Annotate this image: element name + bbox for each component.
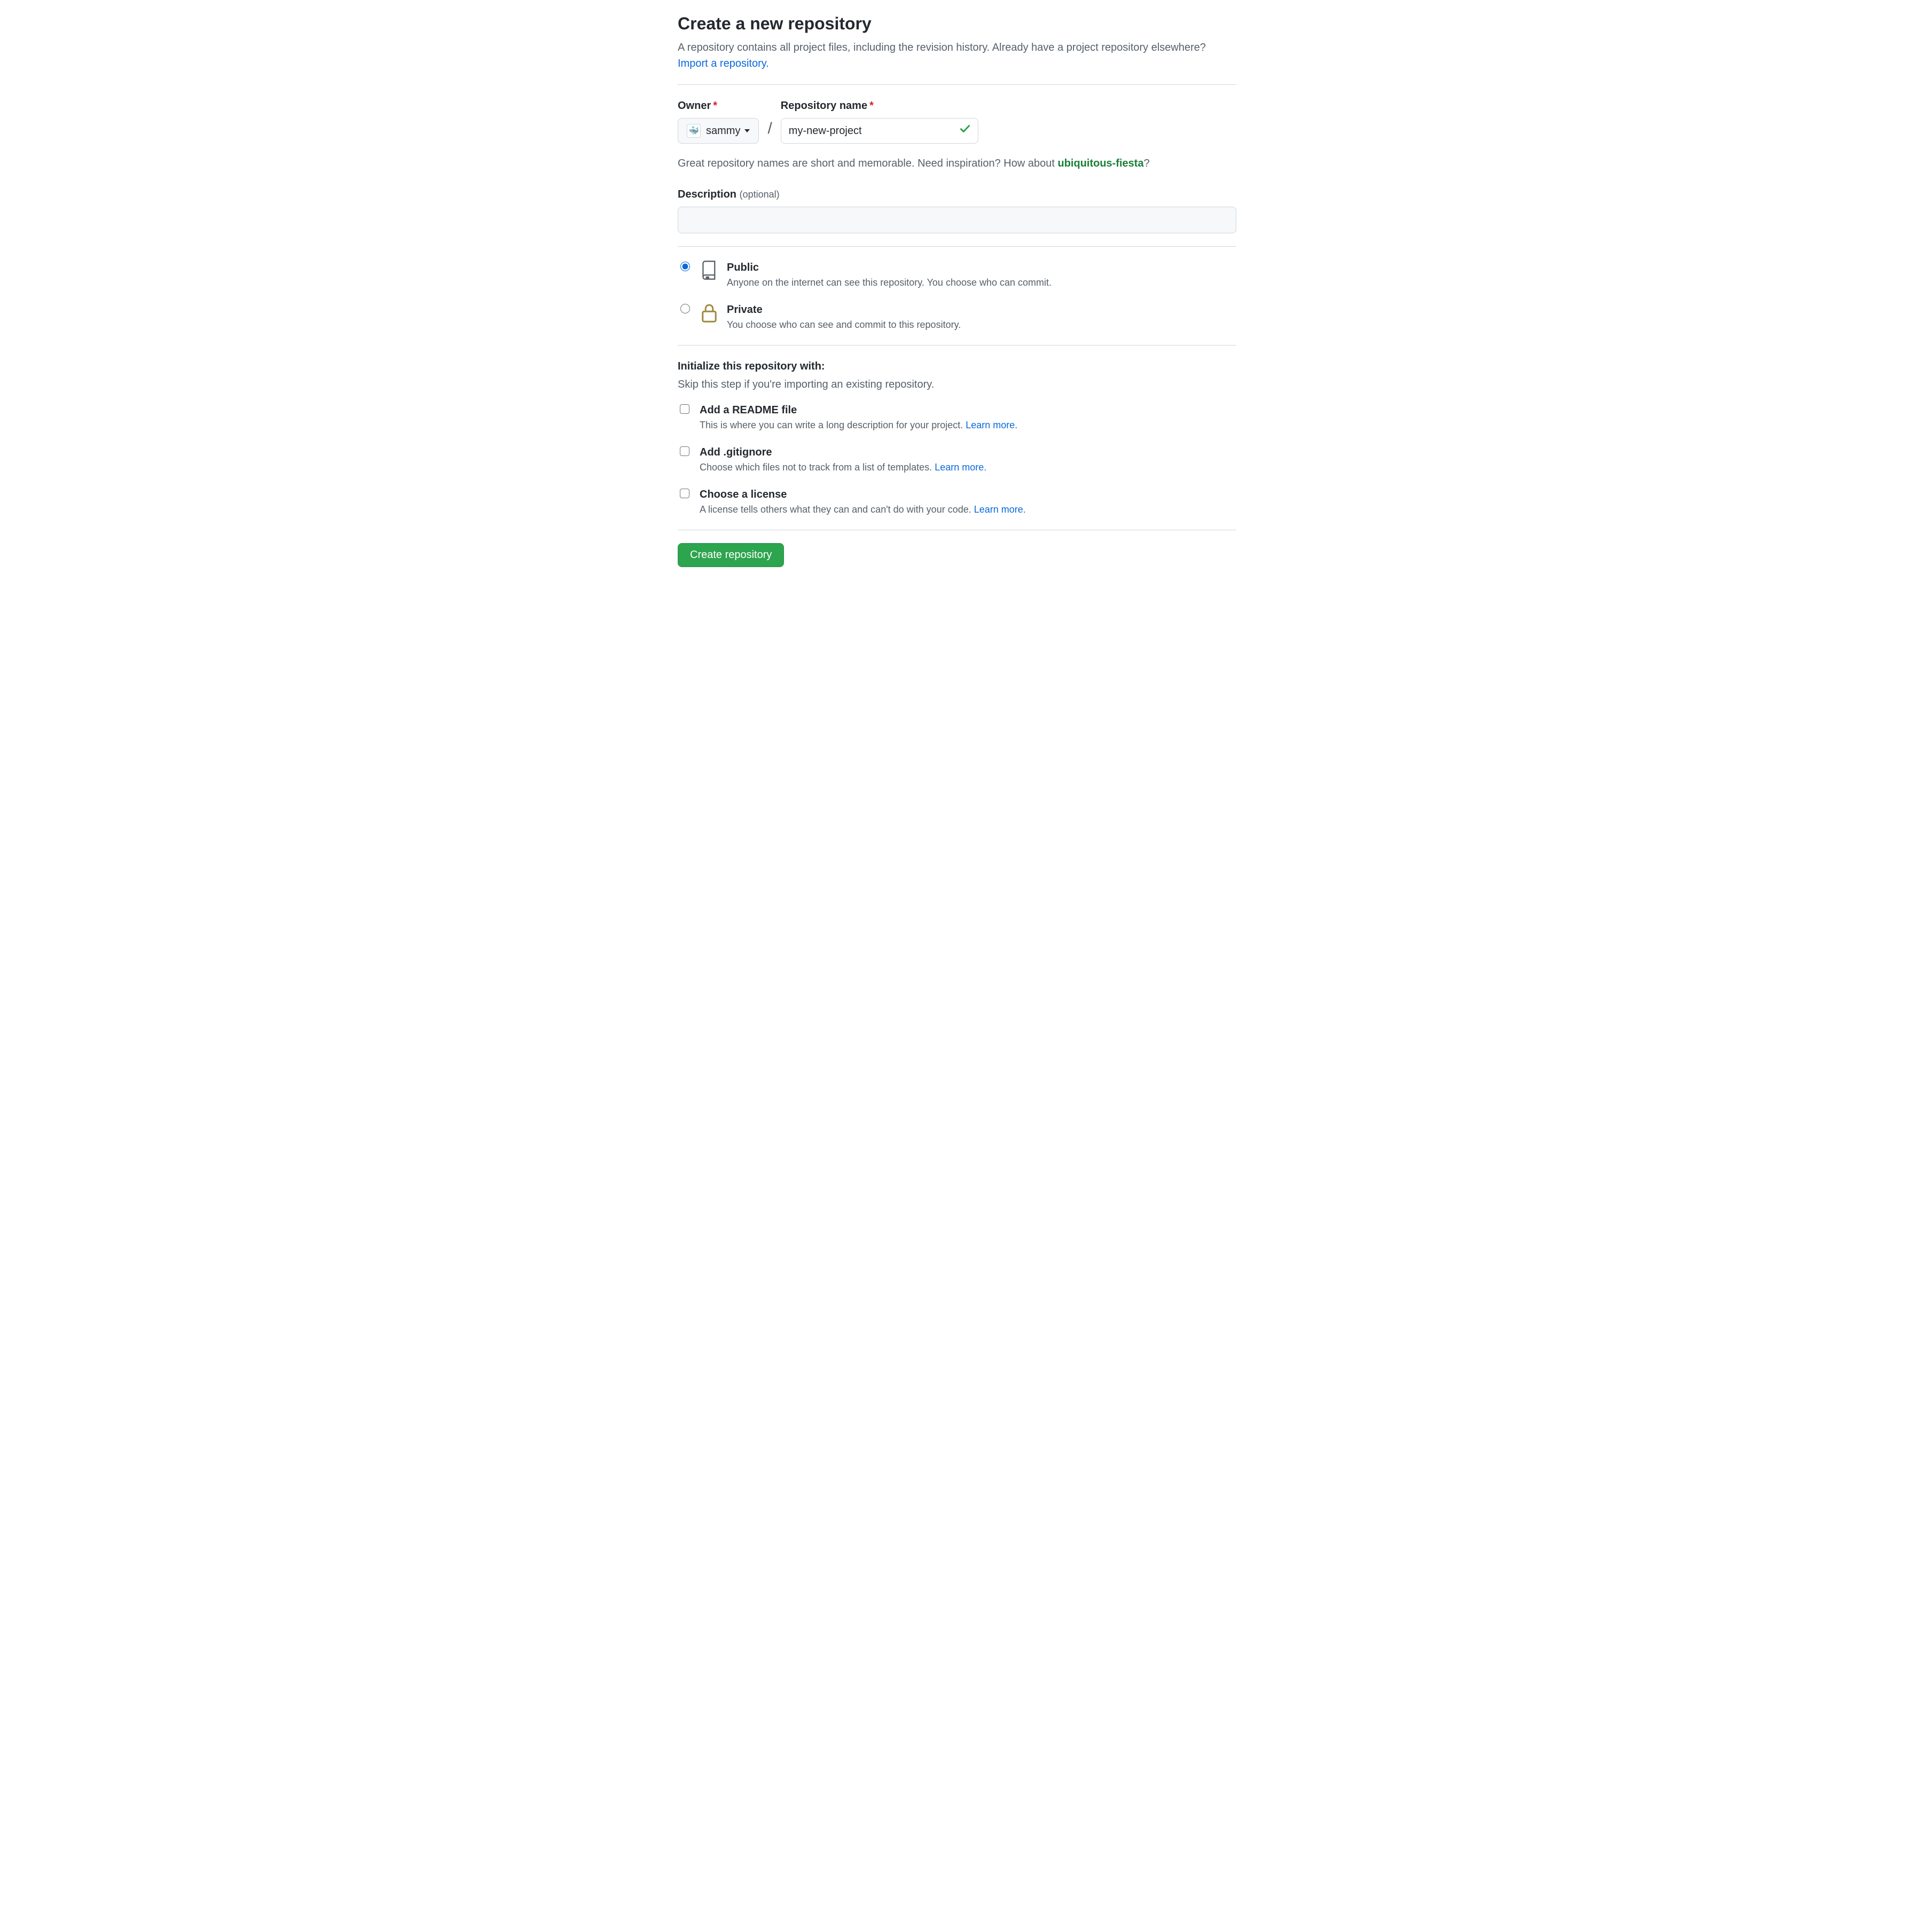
name-hint-pre: Great repository names are short and mem… [678,158,1057,169]
required-star: * [713,100,717,112]
visibility-private-text: Private You choose who can see and commi… [727,302,961,332]
gitignore-learn-more-link[interactable]: Learn more. [935,462,986,473]
name-suggestion[interactable]: ubiquitous-fiesta [1057,158,1143,169]
init-gitignore-title: Add .gitignore [700,444,986,460]
repo-name-field: Repository name* [781,98,978,144]
required-star: * [869,100,874,112]
owner-label-text: Owner [678,100,711,112]
init-gitignore-row: Add .gitignore Choose which files not to… [678,444,1236,475]
page-title: Create a new repository [678,11,1236,36]
divider [678,246,1236,247]
init-heading: Initialize this repository with: [678,358,1236,374]
path-separator: / [767,116,772,144]
repo-name-label: Repository name* [781,98,978,114]
owner-repo-row: Owner* 🐳 sammy / Repository name* [678,98,1236,144]
repo-icon [700,260,718,280]
init-subtext: Skip this step if you're importing an ex… [678,376,1236,392]
visibility-public-row: Public Anyone on the internet can see th… [678,260,1236,290]
lock-icon [700,302,718,323]
check-icon [959,123,971,139]
repo-name-label-text: Repository name [781,100,867,112]
subtitle-text: A repository contains all project files,… [678,42,1206,53]
init-readme-desc: This is where you can write a long descr… [700,420,1017,430]
init-readme-checkbox[interactable] [680,404,689,414]
name-hint-post: ? [1144,158,1150,169]
owner-field: Owner* 🐳 sammy [678,98,759,144]
description-label-text: Description [678,189,736,200]
chevron-down-icon [744,129,750,132]
description-label: Description (optional) [678,186,780,202]
init-gitignore-checkbox[interactable] [680,446,689,456]
page-subtitle: A repository contains all project files,… [678,40,1236,72]
visibility-public-title: Public [727,260,1052,276]
owner-label: Owner* [678,98,759,114]
import-repository-link[interactable]: Import a repository. [678,58,769,69]
visibility-private-desc: You choose who can see and commit to thi… [727,319,961,330]
description-field: Description (optional) [678,186,1236,233]
repo-name-input[interactable] [781,118,978,144]
visibility-public-text: Public Anyone on the internet can see th… [727,260,1052,290]
visibility-private-radio[interactable] [680,304,690,313]
init-license-row: Choose a license A license tells others … [678,486,1236,517]
init-license-desc: A license tells others what they can and… [700,504,1026,515]
description-optional: (optional) [740,189,780,200]
description-input[interactable] [678,207,1236,233]
visibility-private-title: Private [727,302,961,318]
owner-avatar-icon: 🐳 [687,124,701,138]
create-repo-form: Create a new repository A repository con… [665,0,1249,588]
readme-learn-more-link[interactable]: Learn more. [966,420,1017,430]
init-gitignore-desc: Choose which files not to track from a l… [700,462,986,473]
visibility-public-radio[interactable] [680,262,690,271]
visibility-private-row: Private You choose who can see and commi… [678,302,1236,332]
owner-value: sammy [706,125,740,137]
create-repository-button[interactable]: Create repository [678,543,784,567]
init-readme-row: Add a README file This is where you can … [678,402,1236,433]
owner-select-button[interactable]: 🐳 sammy [678,118,759,144]
visibility-public-desc: Anyone on the internet can see this repo… [727,277,1052,288]
name-hint: Great repository names are short and mem… [678,155,1236,171]
divider [678,84,1236,85]
license-learn-more-link[interactable]: Learn more. [974,504,1026,515]
init-license-title: Choose a license [700,486,1026,502]
init-license-checkbox[interactable] [680,489,689,498]
init-readme-title: Add a README file [700,402,1017,418]
